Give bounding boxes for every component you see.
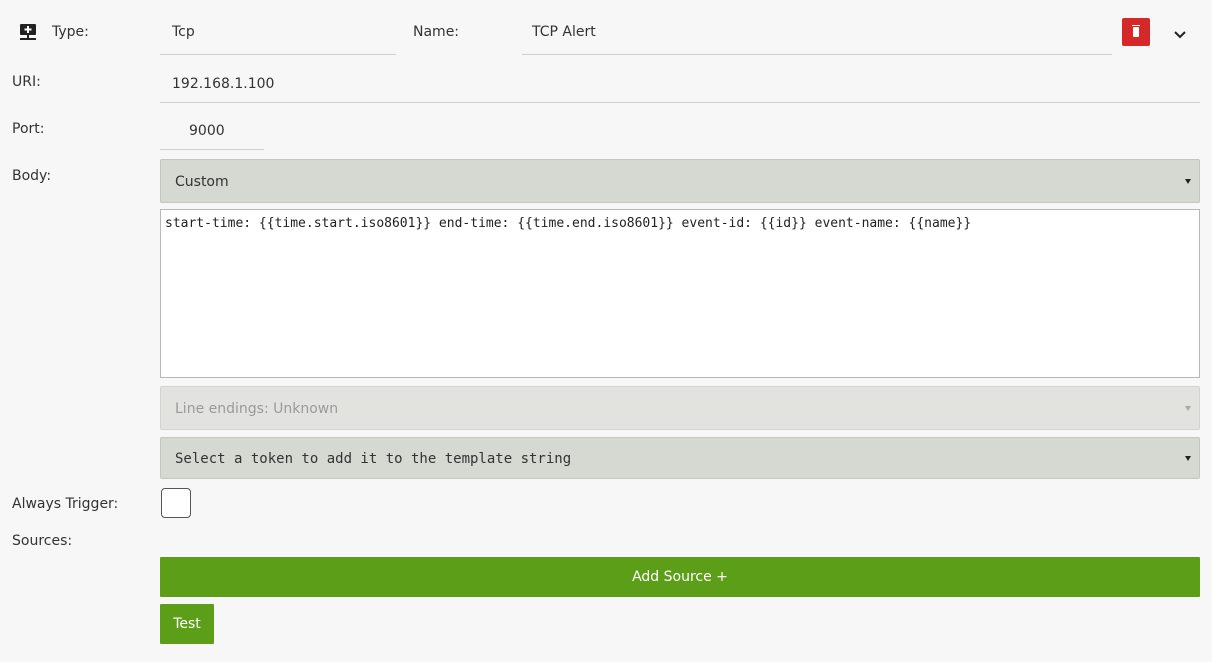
notifier-form: Type: Tcp Name: TCP Alert URI: 192.168.1… [0,0,1212,662]
port-label: Port: [12,121,45,137]
always-trigger-checkbox[interactable] [161,488,191,518]
network-server-icon [20,24,36,40]
name-label: Name: [413,24,460,40]
always-trigger-label: Always Trigger: [12,496,119,512]
type-field-underline [160,54,396,55]
add-source-button[interactable]: Add Source + [160,557,1200,597]
type-field[interactable]: Tcp [172,24,195,40]
token-select[interactable]: Select a token to add it to the template… [160,437,1200,479]
name-input-underline [522,54,1112,55]
select-caret-icon [1185,456,1191,461]
line-endings-select-value: Line endings: Unknown [175,401,339,417]
select-caret-icon [1185,406,1191,411]
delete-button[interactable] [1122,18,1150,46]
body-type-select-value: Custom [175,174,229,190]
token-select-placeholder: Select a token to add it to the template… [175,451,572,467]
port-input-underline [160,149,264,150]
sources-label: Sources: [12,533,73,549]
select-caret-icon [1185,179,1191,184]
test-button[interactable]: Test [160,604,214,644]
body-label: Body: [12,168,52,184]
body-type-select[interactable]: Custom [160,159,1200,203]
uri-input[interactable]: 192.168.1.100 [172,76,274,92]
trash-icon [1132,25,1140,37]
line-endings-select: Line endings: Unknown [160,386,1200,430]
type-label: Type: [52,24,89,40]
uri-label: URI: [12,74,41,90]
port-input[interactable]: 9000 [189,123,225,139]
uri-input-underline [160,102,1200,103]
body-template-textarea[interactable]: start-time: {{time.start.iso8601}} end-t… [160,209,1200,378]
chevron-down-icon[interactable] [1173,28,1187,42]
name-input[interactable]: TCP Alert [532,24,596,40]
